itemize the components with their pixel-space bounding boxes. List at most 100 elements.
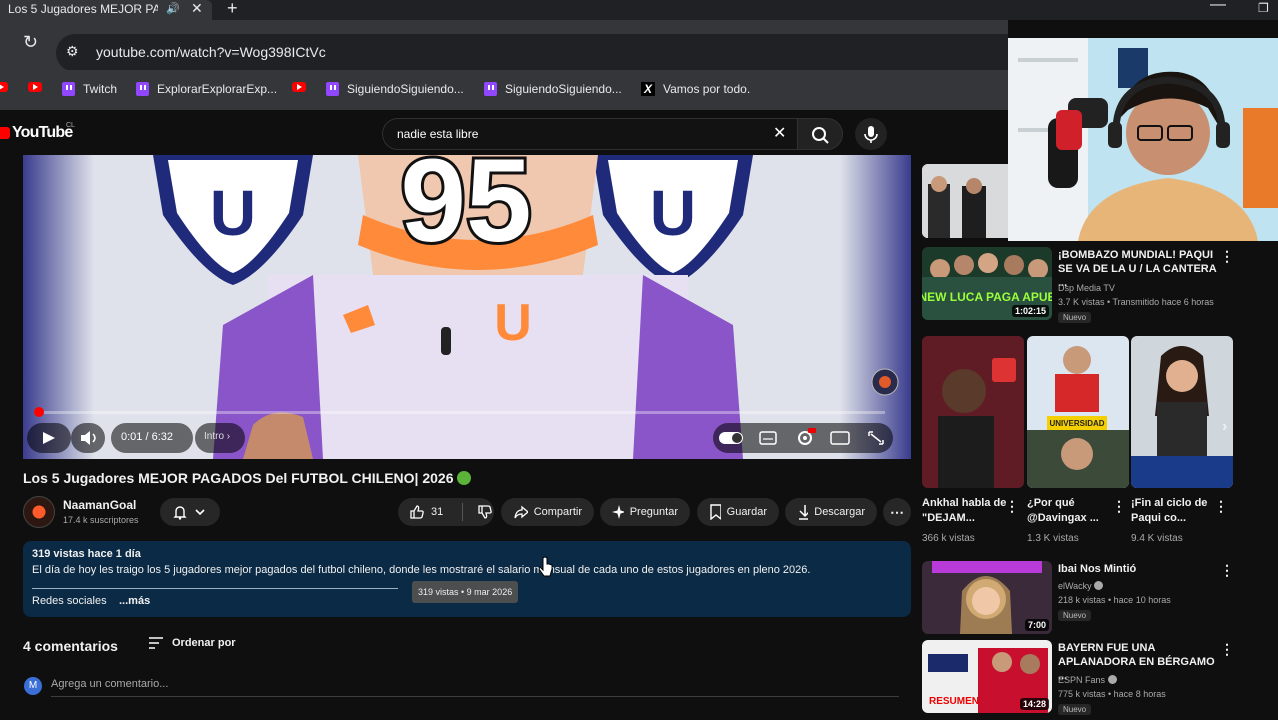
thumbnail-image bbox=[1131, 336, 1233, 488]
subscribe-bell-button[interactable] bbox=[160, 498, 220, 526]
short-thumbnail[interactable]: UNIVERSIDAD bbox=[1027, 336, 1129, 488]
url-text[interactable]: youtube.com/watch?v=Wog398ICtVc bbox=[96, 44, 326, 60]
bookmark-youtube-2[interactable] bbox=[28, 82, 42, 92]
thumbnail-image bbox=[922, 336, 1024, 488]
video-thumbnail[interactable]: 7:00 bbox=[922, 561, 1052, 634]
channel-name-text: ESPN Fans bbox=[1058, 675, 1106, 685]
twitch-icon bbox=[62, 82, 75, 96]
play-icon bbox=[43, 432, 55, 444]
bookmark-x[interactable]: X Vamos por todo. bbox=[641, 82, 750, 96]
bookmark-youtube[interactable] bbox=[0, 82, 8, 92]
ask-button[interactable]: Preguntar bbox=[600, 498, 690, 526]
channel-name[interactable]: NaamanGoal bbox=[63, 498, 136, 512]
more-vertical-icon[interactable]: ⋮ bbox=[1220, 641, 1234, 658]
divider bbox=[462, 503, 463, 521]
settings-icon bbox=[798, 428, 816, 445]
save-button[interactable]: Guardar bbox=[697, 498, 779, 526]
browser-tab[interactable]: Los 5 Jugadores MEJOR PAGADOS 🔊 ✕ bbox=[0, 0, 212, 20]
description-text: El día de hoy les traigo los 5 jugadores… bbox=[32, 564, 811, 576]
channel-name-text: elWacky bbox=[1058, 581, 1092, 591]
channel-name[interactable]: Dsp Media TV bbox=[1058, 281, 1115, 295]
minimize-icon[interactable]: — bbox=[1210, 0, 1226, 14]
video-thumbnail[interactable]: RESUMEN 14:28 bbox=[922, 640, 1052, 713]
subtitles-icon bbox=[759, 431, 777, 445]
comment-input-underline bbox=[51, 696, 899, 697]
short-thumbnail[interactable] bbox=[1131, 336, 1233, 488]
more-vertical-icon[interactable]: ⋮ bbox=[1220, 562, 1234, 579]
divider bbox=[32, 588, 398, 589]
video-thumbnail[interactable] bbox=[922, 164, 1008, 238]
more-vertical-icon[interactable]: ⋮ bbox=[1214, 498, 1228, 515]
theater-mode-icon bbox=[830, 431, 850, 445]
bookmark-twitch[interactable]: Twitch bbox=[62, 82, 117, 96]
user-avatar[interactable]: M bbox=[24, 677, 42, 695]
reload-icon[interactable]: ↻ bbox=[23, 32, 38, 53]
video-duration: 14:28 bbox=[1019, 698, 1049, 710]
more-horizontal-icon: ⋯ bbox=[890, 503, 904, 520]
search-button[interactable] bbox=[797, 118, 843, 150]
thumbnail-caption: UNIVERSIDAD bbox=[1049, 419, 1104, 428]
description-box[interactable]: 319 vistas hace 1 día El día de hoy les … bbox=[23, 541, 911, 617]
comment-input[interactable]: Agrega un comentario... bbox=[51, 678, 168, 690]
short-title[interactable]: ¿Por qué @Davingax ... bbox=[1027, 496, 1117, 526]
chapter-label: Intro › bbox=[204, 431, 231, 442]
fullscreen-icon bbox=[868, 431, 884, 445]
dislike-button[interactable] bbox=[469, 504, 493, 520]
thumbnail-caption: NEW LUCA PAGA APUE bbox=[922, 290, 1052, 304]
short-title[interactable]: Ankhal habla de "DEJAM... bbox=[922, 496, 1012, 526]
short-title[interactable]: ¡Fin al ciclo de Paqui co... bbox=[1131, 496, 1221, 526]
channel-name[interactable]: elWacky bbox=[1058, 579, 1104, 593]
bookmark-youtube-3[interactable] bbox=[292, 82, 306, 92]
share-label: Compartir bbox=[533, 506, 582, 518]
video-title-text: Los 5 Jugadores MEJOR PAGADOS Del FUTBOL… bbox=[23, 470, 454, 486]
view-count-date: 319 vistas hace 1 día bbox=[32, 548, 141, 560]
channel-name[interactable]: ESPN Fans bbox=[1058, 673, 1117, 687]
like-dislike-group: 31 bbox=[398, 498, 494, 526]
bookmark-siguiendo-2[interactable]: SiguiendoSiguiendo... bbox=[484, 82, 622, 96]
like-button[interactable]: 31 bbox=[398, 504, 456, 520]
close-tab-icon[interactable]: ✕ bbox=[191, 0, 203, 17]
social-links-label: Redes sociales bbox=[32, 595, 107, 607]
progress-scrubber[interactable] bbox=[34, 407, 44, 417]
site-settings-icon[interactable]: ⚙ bbox=[66, 43, 79, 60]
tab-title: Los 5 Jugadores MEJOR PAGADOS bbox=[8, 2, 158, 16]
download-button[interactable]: Descargar bbox=[785, 498, 877, 526]
sort-comments-button[interactable]: Ordenar por bbox=[148, 636, 236, 650]
region-code: CL bbox=[66, 122, 75, 129]
clear-search-icon[interactable]: ✕ bbox=[773, 123, 786, 143]
share-button[interactable]: Compartir bbox=[501, 498, 594, 526]
bookmark-label: ExplorarExplorarExp... bbox=[157, 82, 278, 96]
bookmark-explorar[interactable]: ExplorarExplorarExp... bbox=[136, 82, 277, 96]
restore-window-icon[interactable]: ❐ bbox=[1258, 1, 1269, 15]
show-more-link[interactable]: ...más bbox=[119, 595, 150, 607]
bookmark-siguiendo-1[interactable]: SiguiendoSiguiendo... bbox=[326, 82, 464, 96]
more-actions-button[interactable]: ⋯ bbox=[883, 498, 911, 526]
more-vertical-icon[interactable]: ⋮ bbox=[1005, 498, 1019, 515]
progress-bar[interactable] bbox=[35, 411, 885, 414]
channel-avatar[interactable] bbox=[23, 496, 55, 528]
play-button[interactable] bbox=[27, 423, 71, 453]
volume-button[interactable] bbox=[71, 423, 105, 453]
address-bar[interactable]: ⚙ youtube.com/watch?v=Wog398ICtVc bbox=[56, 34, 1008, 72]
more-vertical-icon[interactable]: ⋮ bbox=[1112, 498, 1126, 515]
video-title: Los 5 Jugadores MEJOR PAGADOS Del FUTBOL… bbox=[23, 470, 472, 486]
youtube-icon bbox=[28, 82, 42, 92]
bookmark-icon bbox=[710, 504, 721, 520]
thumbnail-image: UNIVERSIDAD bbox=[1027, 336, 1129, 488]
download-label: Descargar bbox=[814, 506, 865, 518]
speaker-icon[interactable]: 🔊 bbox=[166, 2, 180, 15]
search-input[interactable]: nadie esta libre ✕ bbox=[382, 118, 798, 150]
voice-search-button[interactable] bbox=[855, 118, 887, 150]
thumbnail-caption: RESUMEN bbox=[929, 696, 979, 707]
chevron-right-icon[interactable]: › bbox=[1222, 418, 1227, 436]
video-player[interactable]: U U U 95 0:01 / 6:32 Intro › bbox=[23, 155, 911, 459]
video-thumbnail[interactable]: NEW LUCA PAGA APUE 1:02:15 bbox=[922, 247, 1052, 320]
more-vertical-icon[interactable]: ⋮ bbox=[1220, 248, 1234, 265]
share-icon bbox=[514, 505, 528, 519]
short-thumbnail[interactable] bbox=[922, 336, 1024, 488]
new-tab-icon[interactable]: + bbox=[227, 0, 238, 19]
youtube-icon bbox=[292, 82, 306, 92]
video-title[interactable]: Ibai Nos Mintió bbox=[1058, 562, 1218, 576]
youtube-logo[interactable]: YouTube bbox=[0, 124, 73, 142]
comments-count: 4 comentarios bbox=[23, 638, 118, 654]
